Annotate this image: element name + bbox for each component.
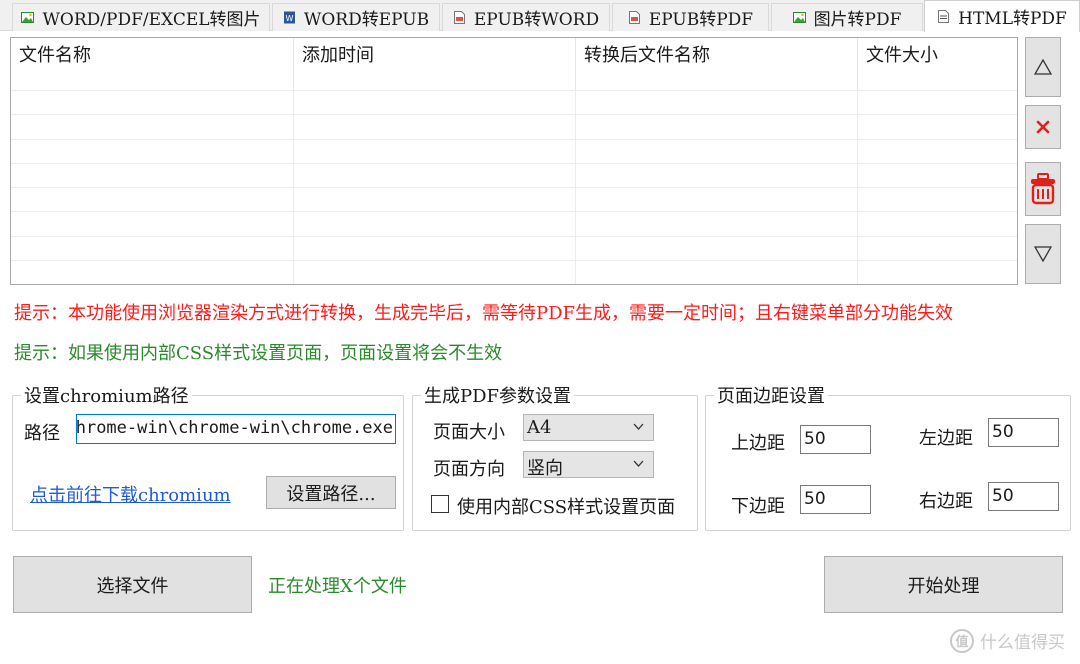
html-doc-icon [938,10,950,23]
tab-html-to-pdf[interactable]: HTML转PDF [924,0,1080,32]
word-doc-icon: W [283,11,295,24]
close-icon [1036,120,1050,134]
trash-icon [1031,173,1055,205]
group-title: 生成PDF参数设置 [421,382,575,408]
tab-label: EPUB转PDF [648,10,754,30]
table-row [11,211,1017,236]
watermark-text: 什么值得买 [980,633,1065,653]
right-margin-input[interactable]: 50 [988,482,1059,511]
remove-button[interactable] [1025,105,1061,149]
top-margin-input[interactable]: 50 [800,425,871,454]
svg-text:W: W [285,14,293,23]
right-margin-label: 右边距 [919,491,973,512]
image-icon [21,12,35,23]
tab-image-to-pdf[interactable]: 图片转PDF [771,3,923,31]
watermark: 值 什么值得买 [950,628,1065,653]
download-chromium-link[interactable]: 点击前往下载chromium [30,481,231,507]
use-css-checkbox[interactable] [431,495,449,513]
tab-label: WORD/PDF/EXCEL转图片 [42,10,261,30]
page-size-value: A4 [527,417,552,438]
table-row [11,260,1017,284]
watermark-logo: 值 [950,628,974,653]
epub-doc-icon [453,11,465,24]
move-down-icon [1034,246,1052,262]
tab-bar: WORD/PDF/EXCEL转图片 W WORD转EPUB EPUB转WORD … [0,0,1080,32]
tab-word-to-epub[interactable]: W WORD转EPUB [272,3,440,31]
tab-label: EPUB转WORD [473,10,600,30]
chromium-path-input[interactable]: hrome-win\chrome-win\chrome.exe [76,414,396,444]
page-size-select[interactable]: A4 [523,414,654,441]
bottom-margin-input[interactable]: 50 [800,485,871,514]
select-files-button[interactable]: 选择文件 [13,556,252,613]
use-css-label[interactable]: 使用内部CSS样式设置页面 [457,493,675,519]
column-header-output-filename[interactable]: 转换后文件名称 [576,38,858,90]
tab-label: WORD转EPUB [303,10,430,30]
tab-epub-to-word[interactable]: EPUB转WORD [442,3,610,31]
table-row [11,138,1017,163]
start-processing-button[interactable]: 开始处理 [824,556,1063,613]
table-row [11,90,1017,115]
tab-word-pdf-excel-to-image[interactable]: WORD/PDF/EXCEL转图片 [12,3,270,31]
path-label: 路径 [24,423,60,444]
orientation-select[interactable]: 竖向 [523,451,654,479]
chevron-down-icon [633,423,644,430]
file-list[interactable]: 文件名称 添加时间 转换后文件名称 文件大小 [10,37,1018,285]
chevron-down-icon [633,460,644,467]
orientation-value: 竖向 [527,458,563,479]
column-header-file-size[interactable]: 文件大小 [858,38,1017,90]
info-hint: 提示：如果使用内部CSS样式设置页面，页面设置将会不生效 [14,343,503,364]
warning-hint: 提示：本功能使用浏览器渲染方式进行转换，生成完毕后，需等待PDF生成，需要一定时… [14,303,954,324]
move-up-button[interactable] [1025,37,1061,97]
move-down-button[interactable] [1025,224,1061,284]
image-icon [792,12,806,23]
group-title: 设置chromium路径 [21,382,192,408]
group-title: 页面边距设置 [714,382,828,408]
bottom-margin-label: 下边距 [731,496,785,517]
left-margin-input[interactable]: 50 [988,418,1059,447]
epub-doc-icon [628,11,640,24]
tab-label: HTML转PDF [958,9,1067,29]
column-header-filename[interactable]: 文件名称 [11,38,294,90]
move-up-icon [1034,59,1052,75]
column-header-added-time[interactable]: 添加时间 [294,38,576,90]
top-margin-label: 上边距 [731,433,785,454]
left-margin-label: 左边距 [919,428,973,449]
page-size-label: 页面大小 [433,422,505,443]
clear-list-button[interactable] [1025,162,1061,216]
table-row [11,187,1017,212]
set-path-button[interactable]: 设置路径... [266,476,396,509]
file-list-header: 文件名称 添加时间 转换后文件名称 文件大小 [11,38,1017,90]
path-value: hrome-win\chrome-win\chrome.exe [76,418,393,438]
tab-epub-to-pdf[interactable]: EPUB转PDF [612,3,769,31]
table-row [11,235,1017,261]
processing-status: 正在处理X个文件 [268,576,407,597]
tab-label: 图片转PDF [813,10,902,30]
table-row [11,162,1017,188]
orientation-label: 页面方向 [433,459,505,480]
table-row [11,114,1017,139]
